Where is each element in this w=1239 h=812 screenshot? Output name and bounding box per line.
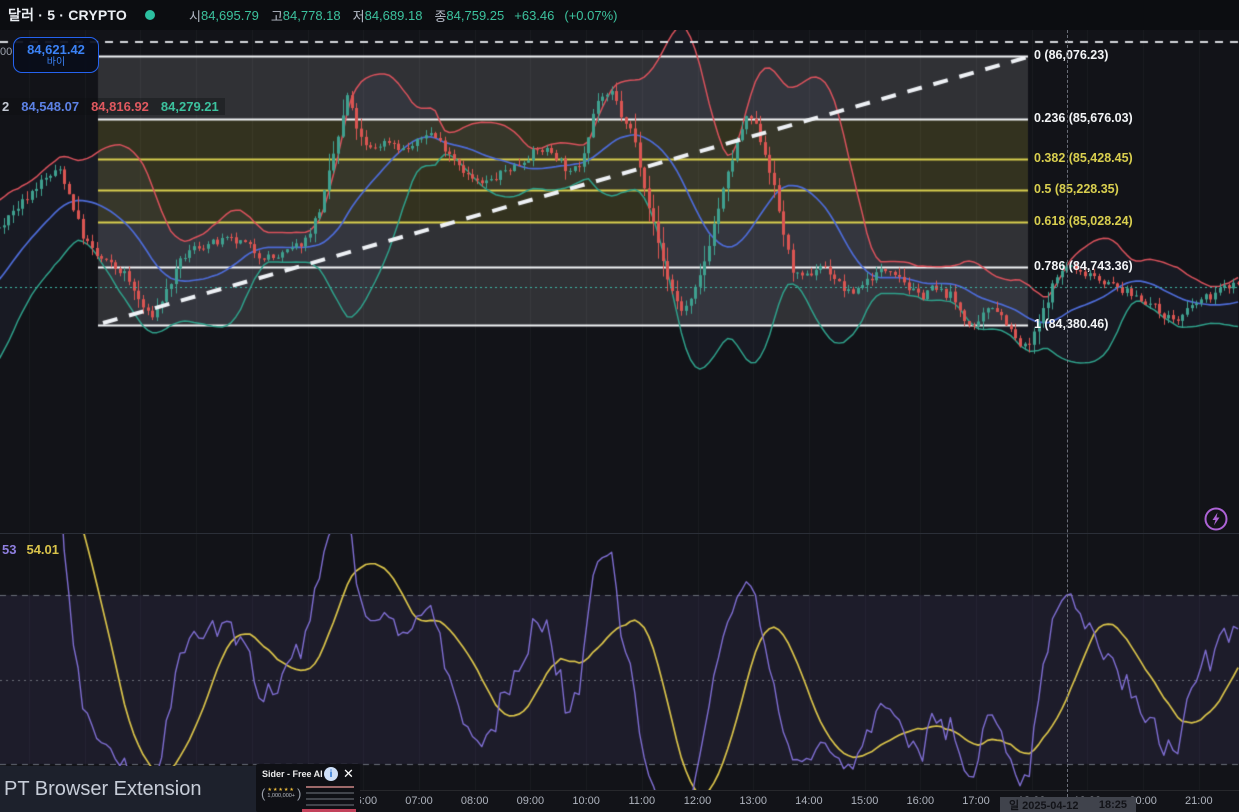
low-label: 저	[353, 6, 365, 25]
ad-info-icon[interactable]: i	[324, 767, 338, 781]
crosshair-vertical-line	[1067, 30, 1068, 797]
buy-button[interactable]: 84,621.42 바이	[13, 37, 99, 73]
indicator-value-clipped: 2	[2, 99, 9, 114]
crosshair-date-text: 일 2025-04-12	[1009, 797, 1078, 812]
rsi-indicator-canvas[interactable]	[0, 533, 1239, 790]
high-value: 84,778.18	[283, 8, 341, 23]
rsi-values-row: 53 54.01	[2, 542, 59, 557]
ad-title: Sider - Free AI C	[262, 769, 332, 779]
sell-price-clipped: 00	[0, 46, 12, 58]
ad-rating-count: 1,000,000+	[267, 793, 295, 800]
time-axis-label: 14:00	[795, 795, 823, 807]
fib-level-label: 0 (86,076.23)	[1034, 48, 1108, 62]
fib-level-label: 1 (84,380.46)	[1034, 317, 1108, 331]
symbol-title[interactable]: 달러 · 5 · CRYPTO	[8, 5, 127, 25]
time-axis-label: 12:00	[684, 795, 712, 807]
crosshair-time-label: 일 2025-04-12 18:25	[1000, 797, 1136, 812]
ad-paren-open: (	[261, 786, 265, 801]
time-axis-label: 15:00	[851, 795, 879, 807]
fib-level-label: 0.786 (84,743.36)	[1034, 259, 1133, 273]
ad-paren-close: )	[297, 786, 301, 801]
open-value: 84,695.79	[201, 8, 259, 23]
buy-price: 84,621.42	[27, 43, 85, 57]
pane-separator[interactable]	[0, 533, 1239, 534]
time-axis-label: 17:00	[962, 795, 990, 807]
indicator-values-row: 2 84,548.07 84,816.92 84,279.21	[0, 98, 225, 115]
market-status-icon[interactable]	[145, 10, 155, 20]
time-axis-label: 11:00	[628, 795, 655, 807]
bollinger-basis-value: 84,548.07	[21, 99, 79, 114]
time-axis-label: 21:00	[1185, 795, 1213, 807]
bollinger-lower-value: 84,279.21	[161, 99, 219, 114]
fib-level-label: 0.618 (85,028.24)	[1034, 214, 1133, 228]
time-axis-label: 13:00	[739, 795, 767, 807]
close-label: 종	[434, 6, 446, 25]
time-axis-label: 10:00	[572, 795, 600, 807]
bollinger-upper-value: 84,816.92	[91, 99, 149, 114]
time-axis-label: 07:00	[405, 795, 433, 807]
ad-text-line	[306, 786, 354, 788]
open-label: 시	[189, 6, 201, 25]
close-value: 84,759.25	[446, 8, 504, 23]
ad-text-line	[306, 798, 354, 800]
rsi-value: 53	[2, 542, 16, 557]
ad-close-icon[interactable]: ✕	[343, 766, 354, 781]
sider-ad-card[interactable]: Sider - Free AI C i ✕ ( ★★★★★ 1,000,000+…	[256, 764, 360, 812]
high-label: 고	[271, 6, 283, 25]
low-value: 84,689.18	[365, 8, 423, 23]
buy-label: 바이	[47, 57, 65, 68]
fib-level-label: 0.382 (85,428.45)	[1034, 151, 1133, 165]
lightning-boost-icon[interactable]	[1202, 505, 1230, 533]
ad-rating: ( ★★★★★ 1,000,000+ )	[261, 786, 301, 801]
change-pct: (+0.07%)	[564, 8, 617, 23]
ad-text-line	[306, 804, 354, 806]
crosshair-time-text: 18:25	[1099, 799, 1127, 811]
fib-level-label: 0.236 (85,676.03)	[1034, 111, 1133, 125]
ad-text-line	[306, 792, 354, 794]
rsi-ma-value: 54.01	[26, 542, 59, 557]
time-axis-label: 08:00	[461, 795, 489, 807]
change-value: +63.46	[514, 8, 554, 23]
time-axis-label: 16:00	[907, 795, 935, 807]
fib-level-label: 0.5 (85,228.35)	[1034, 182, 1119, 196]
trading-chart-app: 달러 · 5 · CRYPTO 시 84,695.79 고 84,778.18 …	[0, 0, 1239, 812]
ohlc-readout: 시 84,695.79 고 84,778.18 저 84,689.18 종 84…	[177, 6, 618, 25]
chart-legend-bar: 달러 · 5 · CRYPTO 시 84,695.79 고 84,778.18 …	[0, 0, 1239, 30]
time-axis-label: 09:00	[517, 795, 545, 807]
